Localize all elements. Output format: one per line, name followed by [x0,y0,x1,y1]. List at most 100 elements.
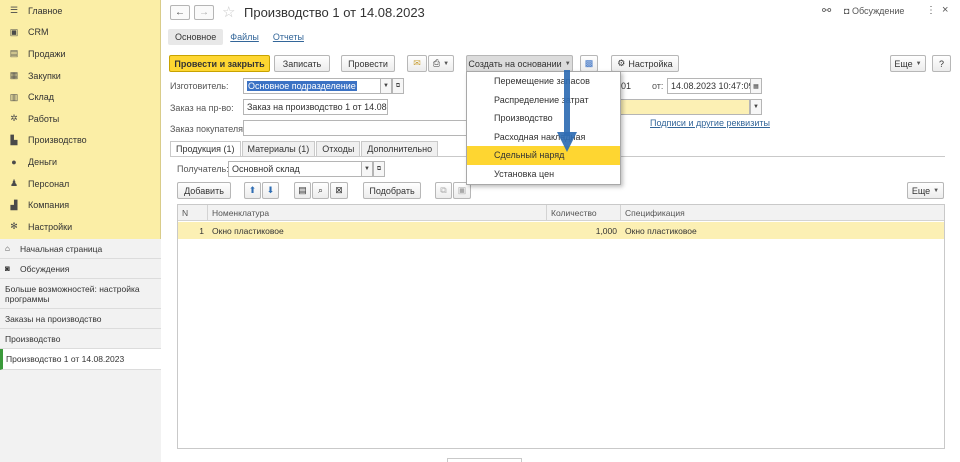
form-tabs: Основное Файлы Отчеты [168,28,311,46]
menu-item-price-setting[interactable]: Установка цен [467,165,620,184]
open-window-production[interactable]: Производство [0,329,161,349]
tab-products[interactable]: Продукция (1) [170,141,241,156]
sidebar-item-label: Производство [28,135,87,146]
save-button[interactable]: Записать [274,55,330,72]
recipient-open-button[interactable]: ⧉ [373,161,385,177]
recipient-dropdown-button[interactable]: ▼ [361,161,373,177]
sidebar-item-works[interactable]: ✲ Работы [0,108,161,130]
date-field[interactable]: 14.08.2023 10:47:09 [667,78,751,94]
sidebar-item-staff[interactable]: ♟ Персонал [0,173,161,195]
order-dropdown-button[interactable]: ▼ [750,99,762,115]
tab-files[interactable]: Файлы [223,29,266,45]
help-button[interactable]: ? [932,55,951,72]
email-button[interactable]: ✉ [407,55,427,72]
menu-item-stock-transfer[interactable]: Перемещение запасов [467,72,620,91]
more-vertical-icon[interactable]: ⋮ [926,5,936,16]
calendar-icon: ▦ [753,83,759,90]
more-button[interactable]: Еще ▼ [890,55,926,72]
sidebar-item-sales[interactable]: ▤ Продажи [0,43,161,65]
factory-icon: ▙ [10,134,18,145]
arrow-shaft [564,70,570,136]
sidebar-item-main[interactable]: ☰ Главное [0,0,161,22]
filter-icon: ⊠ [335,185,343,195]
sidebar-item-warehouse[interactable]: ▥ Склад [0,86,161,108]
forward-button[interactable]: → [194,5,214,20]
structure-icon: ▩ [584,58,594,68]
menu-item-piecework-order[interactable]: Сдельный наряд [467,146,620,165]
settings-button[interactable]: ⚙ Настройка [611,55,679,72]
menu-item-sales-invoice[interactable]: Расходная накладная [467,128,620,147]
open-window-label: Начальная страница [20,243,103,254]
sidebar-item-money[interactable]: ● Деньги [0,151,161,173]
sidebar-item-settings[interactable]: ✻ Настройки [0,216,161,238]
open-window-production-1[interactable]: Производство 1 от 14.08.2023 [0,349,161,370]
sidebar-item-crm[interactable]: ▣ CRM [0,22,161,44]
chevron-down-icon: ▼ [753,104,759,110]
add-button[interactable]: Добавить [177,182,231,199]
menu-item-cost-allocation[interactable]: Распределение затрат [467,91,620,110]
menu-icon: ☰ [9,5,19,16]
arrow-down-icon: ⬇ [266,185,275,195]
post-and-close-button[interactable]: Провести и закрыть [169,55,270,72]
truck-icon: ▦ [9,70,19,81]
tab-additional[interactable]: Дополнительно [361,141,439,156]
manufacturer-open-button[interactable]: ⧉ [392,78,404,94]
home-icon: ⌂ [5,244,10,253]
sidebar: ☰ Главное ▣ CRM ▤ Продажи ▦ Закупки ▥ Склад ✲… [0,0,161,462]
table-header: N Номенклатура Количество Спецификация [178,205,944,221]
open-window-label: Производство 1 от 14.08.2023 [6,354,125,364]
sidebar-item-production[interactable]: ▙ Производство [0,130,161,152]
search-rows-button[interactable]: ▤ [294,182,311,199]
horizontal-scrollbar[interactable] [447,458,522,462]
date-label: от: [652,81,664,91]
sidebar-item-purchases[interactable]: ▦ Закупки [0,65,161,87]
gear-icon: ⚙ [617,58,626,68]
pick-button[interactable]: Подобрать [363,182,421,199]
table-more-button[interactable]: Еще ▼ [907,182,944,199]
copy-button[interactable]: ⧉ [435,182,452,199]
cancel-search-button[interactable]: ⌕ [312,182,329,199]
signatures-link[interactable]: Подписи и другие реквизиты [650,118,770,128]
order-field-extension[interactable] [620,99,750,115]
tab-waste[interactable]: Отходы [316,141,361,156]
print-button[interactable]: ⎙ ▼ [428,55,454,72]
settings-label: Настройка [628,58,673,69]
column-header-n[interactable]: N [178,205,208,221]
open-window-label: Обсуждения [20,263,70,274]
recipient-field[interactable]: Основной склад [228,161,362,177]
column-header-quantity[interactable]: Количество [547,205,621,221]
move-up-button[interactable]: ⬆ [244,182,261,199]
tab-materials[interactable]: Материалы (1) [241,141,316,156]
open-window-discussions[interactable]: ◙ Обсуждения [0,259,161,279]
manufacturer-dropdown-button[interactable]: ▼ [380,78,392,94]
tab-main[interactable]: Основное [168,29,224,45]
sidebar-item-company[interactable]: ▟ Компания [0,194,161,216]
star-icon[interactable]: ☆ [222,3,235,21]
close-icon[interactable]: × [942,4,948,16]
back-button[interactable]: ← [170,5,190,20]
move-down-button[interactable]: ⬇ [262,182,279,199]
calendar-button[interactable]: ▦ [750,78,762,94]
link-icon[interactable]: ⚯ [822,4,831,17]
chevron-down-icon: ▼ [915,60,922,67]
open-window-home[interactable]: ⌂ Начальная страница [0,239,161,259]
manufacturer-field[interactable]: Основное подразделение [243,78,381,94]
structure-button[interactable]: ▩ [580,55,598,72]
discussion-button[interactable]: ◘ Обсуждение [844,6,904,16]
open-windows-panel: ⌂ Начальная страница ◙ Обсуждения Больше в… [0,239,161,462]
post-button[interactable]: Провести [341,55,395,72]
filter-button[interactable]: ⊠ [330,182,348,199]
customer-order-field[interactable] [243,120,467,136]
cell-n: 1 [199,225,204,236]
chevron-down-icon: ▼ [564,60,571,67]
order-field[interactable]: Заказ на производство 1 от 14.08.2023 [243,99,388,115]
menu-item-production[interactable]: Производство [467,109,620,128]
tab-reports[interactable]: Отчеты [266,29,311,45]
open-window-more-features[interactable]: Больше возможностей: настройка программы [0,279,161,309]
sidebar-item-label: Закупки [28,70,61,81]
column-header-spec[interactable]: Спецификация [621,205,944,221]
column-header-item[interactable]: Номенклатура [208,205,547,221]
sidebar-item-label: Персонал [28,178,70,189]
table-row[interactable]: 1 Окно пластиковое 1,000 Окно пластиково… [178,222,944,239]
open-window-production-orders[interactable]: Заказы на производство [0,309,161,329]
